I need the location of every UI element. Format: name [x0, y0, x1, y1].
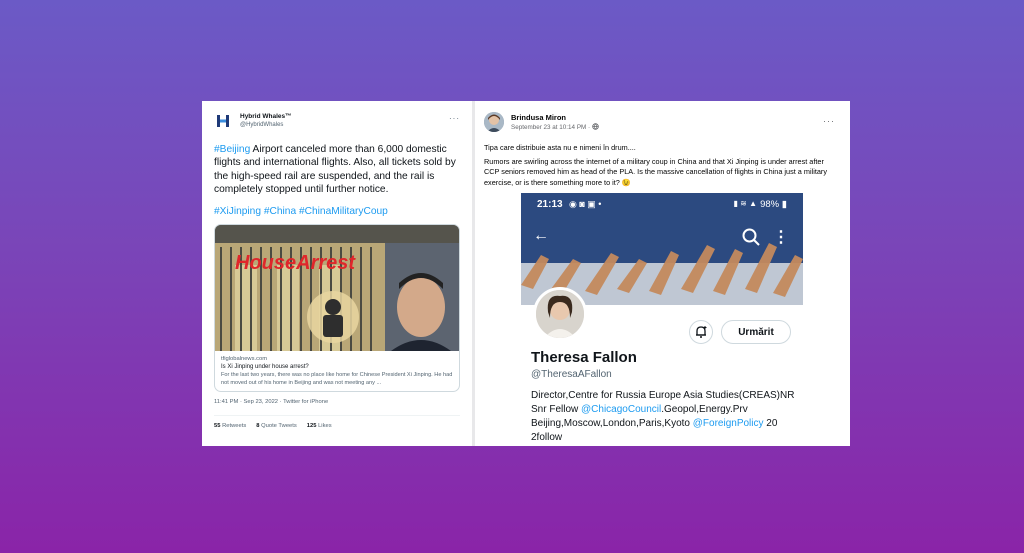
quotes-label: Quote Tweets: [261, 423, 297, 430]
more-options-icon[interactable]: ···: [823, 116, 835, 126]
retweets-count: 55: [214, 423, 221, 430]
link-title: Is Xi Jinping under house arrest?: [221, 363, 309, 370]
signal-icons: ▮ ≋ ▲: [733, 199, 757, 208]
following-button[interactable]: Urmărit: [721, 320, 791, 344]
tweet-card: Hybrid Whales™ @HybridWhales ··· #Beijin…: [202, 101, 472, 446]
likes-stat[interactable]: 125 Likes: [307, 423, 332, 429]
bio-mention-link[interactable]: @ForeignPolicy: [693, 418, 764, 429]
house-arrest-image: HouseArrest: [215, 224, 459, 351]
search-icon[interactable]: [741, 227, 761, 247]
house-arrest-caption: HouseArrest: [235, 252, 356, 274]
likes-count: 125: [306, 423, 317, 430]
embedded-phone-screenshot: 21:13 ◉ ◙ ▣ • ▮ ≋ ▲ 98% ▮ ← ⋮ Urmărit Th…: [521, 193, 803, 446]
phone-status-bar: 21:13 ◉ ◙ ▣ • ▮ ≋ ▲ 98% ▮: [521, 193, 803, 215]
hybrid-whales-logo-icon[interactable]: [214, 112, 232, 130]
quotes-count: 8: [256, 423, 260, 430]
tweet-timestamp[interactable]: 11:41 PM · Sep 23, 2022 · Twitter for iP…: [214, 399, 460, 405]
author-avatar[interactable]: [484, 112, 504, 132]
globe-icon: [592, 122, 599, 130]
more-options-icon[interactable]: ···: [449, 114, 460, 123]
profile-name: Theresa Fallon: [531, 349, 637, 366]
back-arrow-icon[interactable]: ←: [533, 227, 553, 247]
facebook-post: Brindusa Miron September 23 at 10:14 PM …: [475, 101, 850, 446]
screenshot-collage: Hybrid Whales™ @HybridWhales ··· #Beijin…: [202, 101, 850, 446]
battery-text: 98%: [760, 199, 780, 210]
post-date[interactable]: September 23 at 10:14 PM ·: [511, 122, 599, 132]
link-preview-meta: tfiglobalnews.com Is Xi Jinping under ho…: [215, 351, 459, 392]
post-date-text: September 23 at 10:14 PM ·: [511, 123, 592, 131]
post-text-paragraph: Rumors are swirling across the internet …: [484, 156, 827, 187]
notification-icons: ◉ ◙ ▣ •: [569, 199, 602, 209]
post-text-line: Tipa care distribuie asta nu e nimeni în…: [484, 143, 636, 152]
tweet-stats: 55 Retweets 8 Quote Tweets 125 Likes: [214, 415, 460, 429]
profile-handle: @TheresaAFallon: [531, 369, 612, 380]
tweet-handle[interactable]: @HybridWhales: [240, 121, 292, 130]
battery-level: 98% ▮: [760, 199, 787, 210]
status-time: 21:13: [537, 199, 563, 210]
post-header: Brindusa Miron September 23 at 10:14 PM …: [484, 110, 841, 134]
tweet-text: #Beijing Airport canceled more than 6,00…: [214, 143, 460, 197]
quote-tweets-stat[interactable]: 8 Quote Tweets: [256, 423, 297, 429]
tweet-body: Airport canceled more than 6,000 domesti…: [214, 144, 456, 196]
profile-bio: Director,Centre for Russia Europe Asia S…: [531, 389, 797, 445]
link-domain: tfiglobalnews.com: [221, 355, 268, 362]
retweets-stat[interactable]: 55 Retweets: [214, 423, 246, 429]
post-text: Tipa care distribuie asta nu e nimeni în…: [484, 143, 841, 188]
notification-bell-icon[interactable]: [689, 320, 713, 344]
bio-mention-link[interactable]: @ChicagoCouncil: [581, 404, 661, 415]
hashtag-link[interactable]: #Beijing: [214, 144, 250, 155]
kebab-menu-icon[interactable]: ⋮: [773, 227, 789, 247]
tweet-header: Hybrid Whales™ @HybridWhales ···: [214, 109, 460, 133]
tweet-display-name[interactable]: Hybrid Whales™: [240, 112, 292, 121]
link-preview-card[interactable]: HouseArrest tfiglobalnews.com Is Xi Jinp…: [214, 223, 460, 393]
tweet-hashtags[interactable]: #XiJinping #China #ChinaMilitaryCoup: [214, 206, 460, 217]
retweets-label: Retweets: [222, 423, 247, 430]
author-name[interactable]: Brindusa Miron: [511, 113, 599, 123]
likes-label: Likes: [318, 423, 332, 430]
link-description: For the last two years, there was no pla…: [221, 372, 453, 387]
profile-avatar[interactable]: [533, 287, 587, 341]
